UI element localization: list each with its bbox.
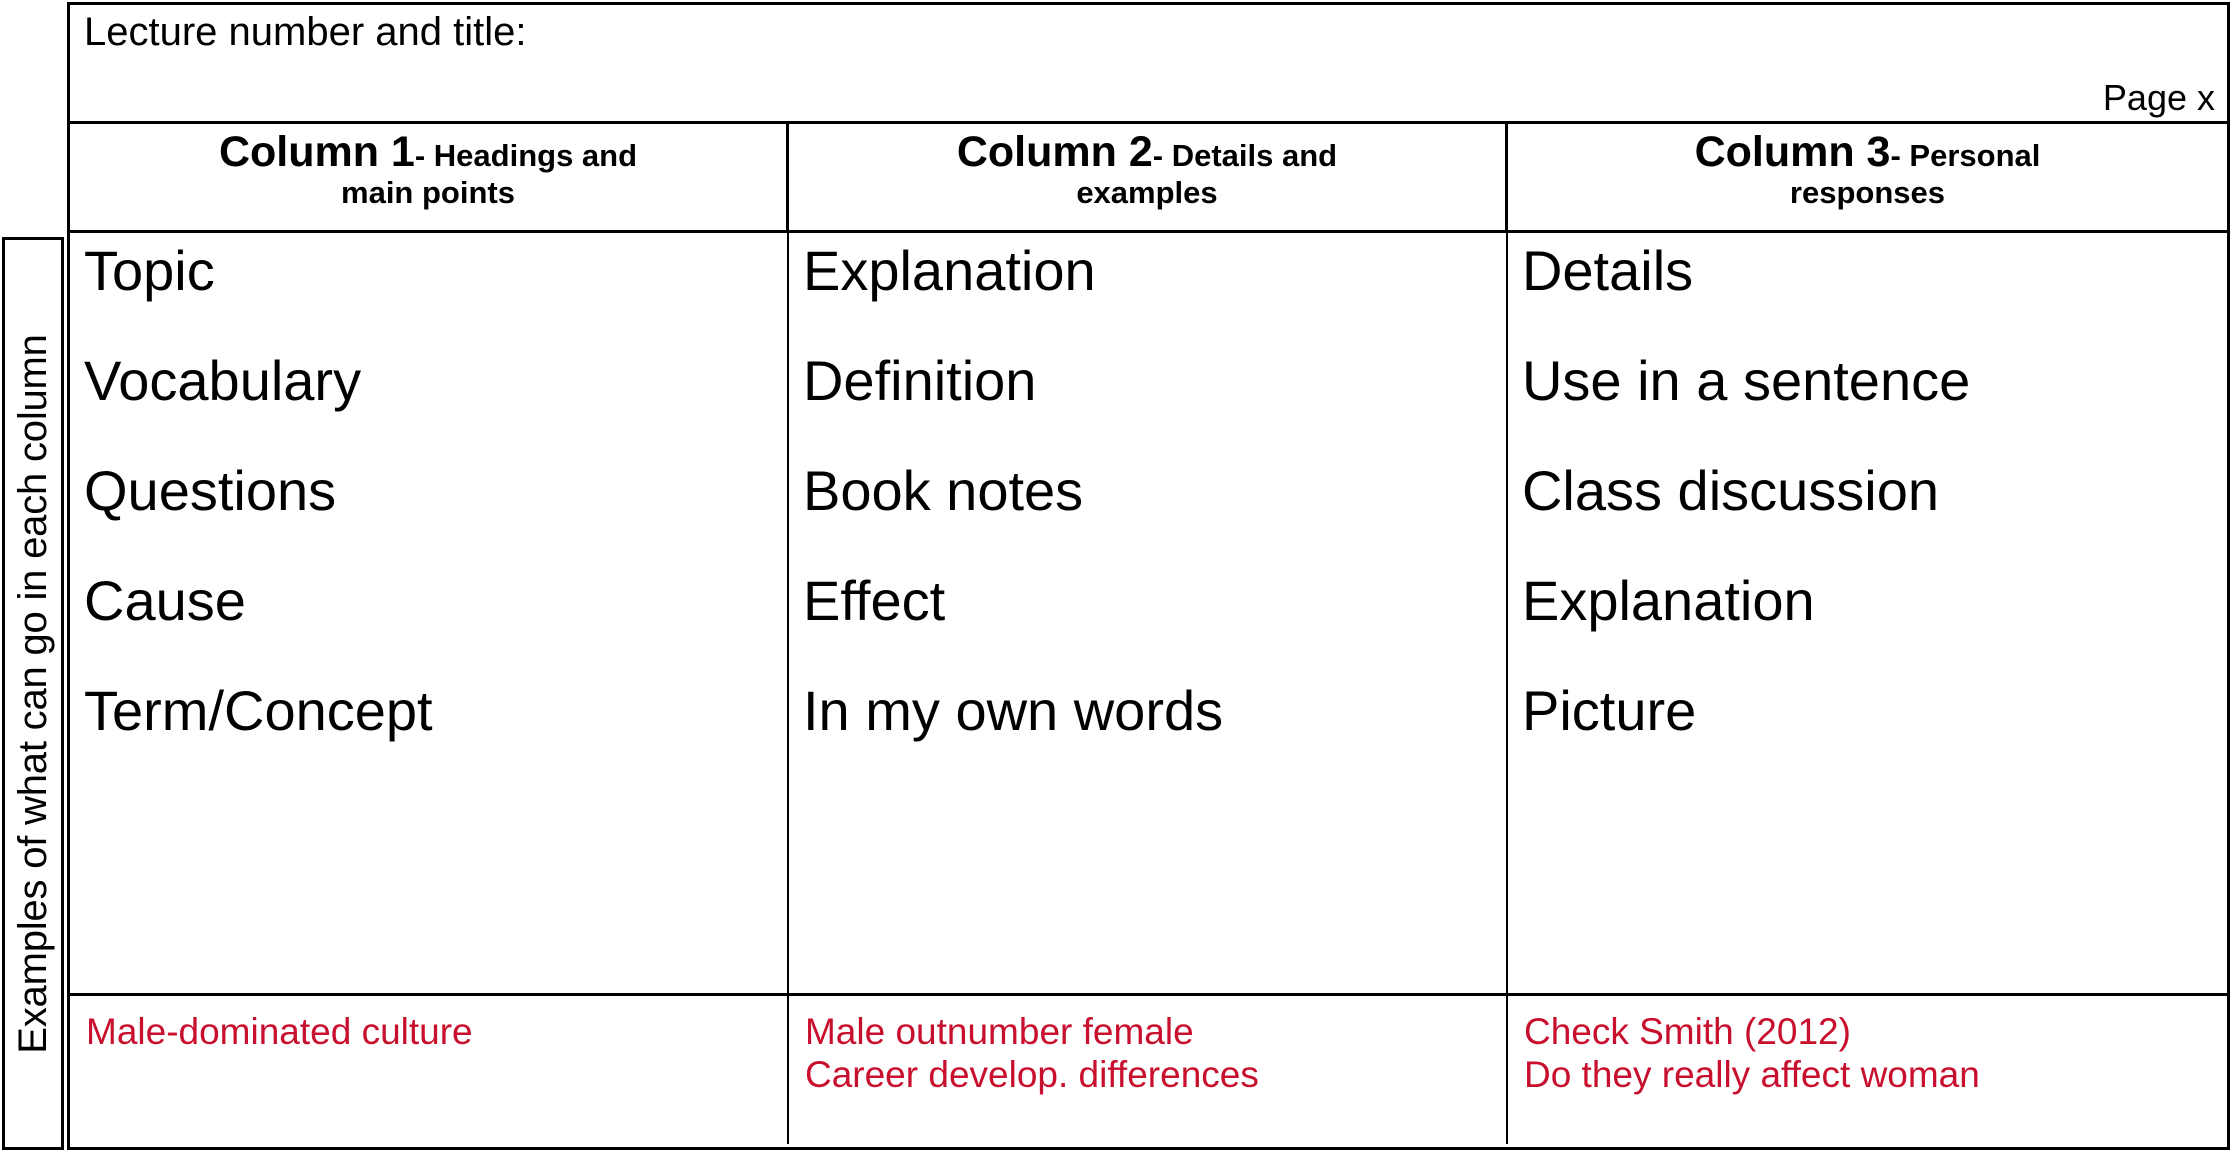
list-item: Effect (802, 569, 946, 632)
list-item: In my own words (802, 679, 1224, 742)
column-header-3-descriptor: - Personal (1890, 138, 2041, 173)
column-header-1-descriptor: - Headings and (414, 138, 638, 173)
column-header-2-line2: examples (1076, 175, 1218, 211)
sample-note-text: Check Smith (2012) (1523, 1011, 1851, 1052)
page-number-label: Page x (2102, 77, 2215, 119)
list-item: Definition (802, 349, 1037, 412)
sample-note-text: Career develop. differences (804, 1054, 1259, 1096)
list-item: Term/Concept (84, 679, 433, 742)
sample-notes-column-1: Male-dominated culture (70, 996, 789, 1144)
examples-row: Topic Vocabulary Questions Cause Term/Co… (70, 233, 2227, 996)
title-row: Lecture number and title: Page x (70, 5, 2227, 124)
column-header-3: Column 3- Personal responses (1508, 124, 2227, 230)
examples-column-3: Details Use in a sentence Class discussi… (1508, 233, 2227, 993)
side-label-text: Examples of what can go in each column (11, 333, 55, 1054)
notes-table: Lecture number and title: Page x Column … (67, 2, 2230, 1150)
column-header-3-line1: Column 3- Personal (1508, 128, 2227, 176)
sample-note-text: Male-dominated culture (86, 1011, 473, 1052)
column-header-2: Column 2- Details and examples (789, 124, 1508, 230)
examples-column-1: Topic Vocabulary Questions Cause Term/Co… (70, 233, 789, 993)
list-item: Book notes (802, 459, 1084, 522)
list-item: Topic (84, 239, 215, 302)
column-header-1-line2: main points (341, 175, 515, 211)
list-item: Cause (84, 569, 246, 632)
column-header-3-line2: responses (1789, 175, 1945, 211)
column-header-1: Column 1- Headings and main points (70, 124, 789, 230)
list-item: Questions (84, 459, 337, 522)
side-label-cell: Examples of what can go in each column (2, 237, 64, 1150)
list-item: Vocabulary (84, 349, 362, 412)
sample-notes-row: Male-dominated culture Male outnumber fe… (70, 996, 2227, 1144)
sample-notes-column-3: Check Smith (2012) Do they really affect… (1508, 996, 2227, 1144)
column-header-1-number: Column 1 (218, 128, 415, 176)
lecture-title-label: Lecture number and title: (84, 10, 527, 54)
cornell-notes-template: Examples of what can go in each column L… (0, 0, 2235, 1156)
column-header-row: Column 1- Headings and main points Colum… (70, 124, 2227, 233)
column-header-3-number: Column 3 (1694, 128, 1891, 176)
examples-column-2: Explanation Definition Book notes Effect… (789, 233, 1508, 993)
column-header-2-descriptor: - Details and (1152, 138, 1338, 173)
column-header-2-line1: Column 2- Details and (789, 128, 1505, 176)
list-item: Class discussion (1521, 459, 1940, 522)
list-item: Use in a sentence (1521, 349, 1971, 412)
list-item: Picture (1521, 679, 1697, 742)
column-header-2-number: Column 2 (956, 128, 1153, 176)
sample-notes-column-2: Male outnumber female Career develop. di… (789, 996, 1508, 1144)
column-header-1-line1: Column 1- Headings and (70, 128, 786, 176)
sample-note-text: Male outnumber female (804, 1011, 1194, 1052)
list-item: Explanation (802, 239, 1096, 302)
sample-note-text: Do they really affect woman (1523, 1054, 1980, 1096)
list-item: Details (1521, 239, 1694, 302)
list-item: Explanation (1521, 569, 1815, 632)
